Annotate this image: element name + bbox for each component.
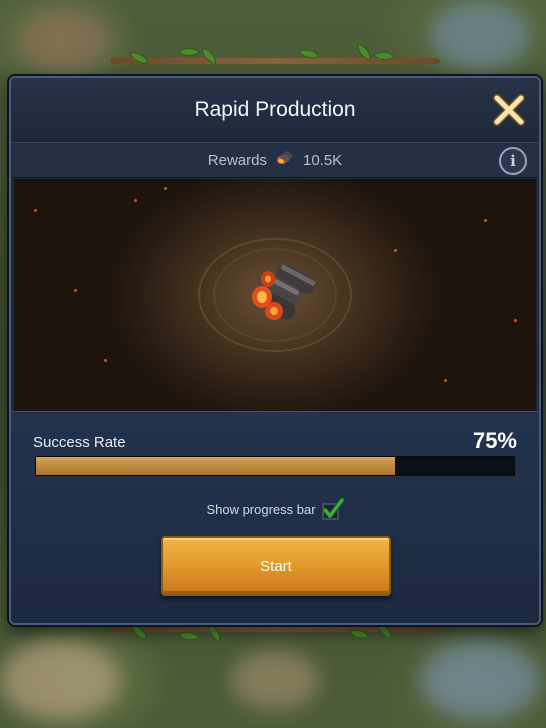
success-rate-label: Success Rate bbox=[33, 434, 126, 451]
rewards-label: Rewards bbox=[207, 151, 267, 169]
rapid-production-dialog: Rapid Production Rewards 10.5K i Success… bbox=[9, 76, 541, 625]
close-icon[interactable] bbox=[491, 92, 527, 128]
coal-icon bbox=[252, 264, 316, 320]
coal-lumps-illustration bbox=[14, 179, 536, 411]
rewards-bar: Rewards 10.5K i bbox=[11, 142, 539, 178]
dialog-header: Rapid Production bbox=[11, 78, 539, 142]
info-icon[interactable]: i bbox=[499, 147, 527, 175]
checkmark-icon bbox=[321, 497, 345, 520]
success-progress-bar bbox=[35, 456, 515, 476]
background-building bbox=[430, 0, 530, 70]
success-rate-value: 75% bbox=[472, 428, 517, 453]
background-building bbox=[230, 650, 320, 710]
show-progress-checkbox[interactable] bbox=[321, 497, 345, 520]
success-progress-fill bbox=[36, 457, 395, 475]
start-button[interactable]: Start bbox=[161, 536, 391, 596]
rewards-amount: 10.5K bbox=[302, 151, 343, 169]
success-panel: Success Rate 75% Show progress bar Start bbox=[11, 411, 539, 623]
background-building bbox=[0, 640, 120, 720]
dialog-title: Rapid Production bbox=[194, 98, 356, 121]
background-building bbox=[20, 10, 110, 70]
show-progress-row: Show progress bar bbox=[11, 497, 539, 520]
coal-icon bbox=[275, 149, 295, 171]
top-vine-decoration bbox=[110, 42, 440, 72]
background-building bbox=[420, 640, 540, 720]
show-progress-label: Show progress bar bbox=[206, 501, 316, 517]
